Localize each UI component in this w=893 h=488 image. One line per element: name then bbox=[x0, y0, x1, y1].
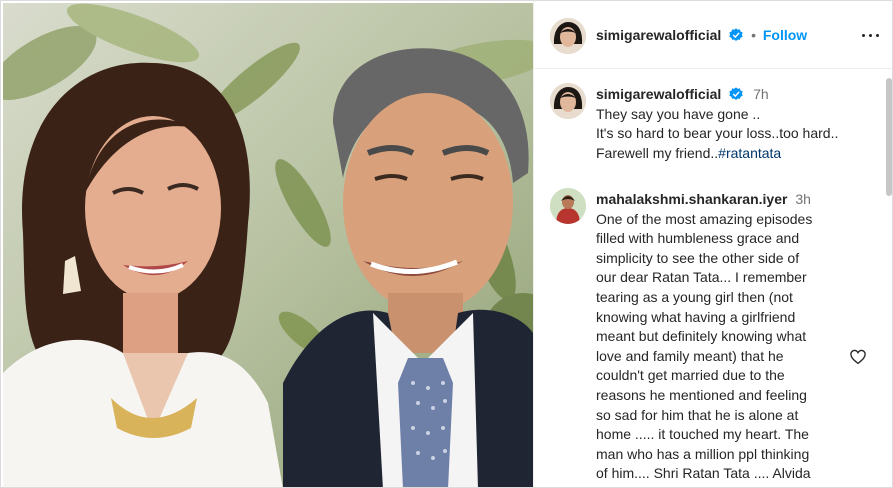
caption: simigarewalofficial 7h They say you have… bbox=[596, 85, 876, 163]
caption-time[interactable]: 7h bbox=[753, 86, 769, 102]
header-user-row: simigarewalofficial • Follow bbox=[596, 27, 807, 43]
comment-line: simplicity to see the other side of bbox=[596, 249, 800, 266]
author-avatar[interactable] bbox=[550, 18, 586, 54]
comment-line: tearing as a young girl then (not bbox=[596, 288, 793, 305]
caption-line: They say you have gone .. bbox=[596, 105, 761, 122]
caption-line: Farewell my friend.. bbox=[596, 144, 719, 161]
comment-line: One of the most amazing episodes bbox=[596, 210, 813, 227]
avatar-image bbox=[550, 18, 586, 54]
post-header: simigarewalofficial • Follow bbox=[534, 1, 892, 69]
header-username[interactable]: simigarewalofficial bbox=[596, 27, 721, 43]
caption-line: It's so hard to bear your loss..too hard… bbox=[596, 125, 839, 142]
comment-username[interactable]: mahalakshmi.shankaran.iyer bbox=[596, 191, 787, 207]
heart-icon[interactable] bbox=[849, 348, 867, 366]
post-photo-illustration bbox=[3, 3, 533, 487]
comment-line: home ..... it touched my heart. The bbox=[596, 426, 809, 443]
comment-line: meant but definitely knowing what bbox=[596, 328, 807, 345]
verified-badge-icon bbox=[729, 87, 743, 100]
caption-username[interactable]: simigarewalofficial bbox=[596, 86, 721, 102]
comment-line: knowing what having a girlfriend bbox=[596, 308, 796, 325]
verified-badge-icon bbox=[729, 28, 743, 41]
header-separator: • bbox=[751, 27, 756, 43]
comment-line: our dear Ratan Tata... I remember bbox=[596, 269, 807, 286]
caption-author-avatar[interactable] bbox=[550, 83, 586, 119]
post-side-panel: simigarewalofficial • Follow simigarewal… bbox=[533, 1, 892, 487]
commenter-avatar[interactable] bbox=[550, 188, 586, 224]
comment-line: man who has a million ppl thinking bbox=[596, 445, 810, 462]
post-modal: simigarewalofficial • Follow simigarewal… bbox=[0, 0, 893, 488]
comment-line: couldn't get married due to the bbox=[596, 367, 785, 384]
more-options-icon[interactable] bbox=[861, 25, 881, 45]
comment-line: love and family meant) that he bbox=[596, 347, 784, 364]
post-image[interactable] bbox=[3, 3, 533, 487]
comments-list[interactable]: simigarewalofficial 7h They say you have… bbox=[534, 70, 892, 487]
comment-line: filled with humbleness grace and bbox=[596, 230, 800, 247]
hashtag-link[interactable]: #ratantata bbox=[718, 145, 781, 161]
follow-button[interactable]: Follow bbox=[763, 27, 807, 43]
comment-line: of him.... Shri Ratan Tata .... Alvida bbox=[596, 465, 811, 482]
avatar-image bbox=[550, 188, 586, 224]
comment: mahalakshmi.shankaran.iyer 3h One of the… bbox=[596, 190, 876, 484]
avatar-image bbox=[550, 83, 586, 119]
comment-line: reasons he mentioned and feeling bbox=[596, 386, 807, 403]
comment-line: so sad for him that he is alone at bbox=[596, 406, 799, 423]
comments-scrollbar[interactable] bbox=[886, 78, 892, 196]
comment-time[interactable]: 3h bbox=[795, 191, 811, 207]
